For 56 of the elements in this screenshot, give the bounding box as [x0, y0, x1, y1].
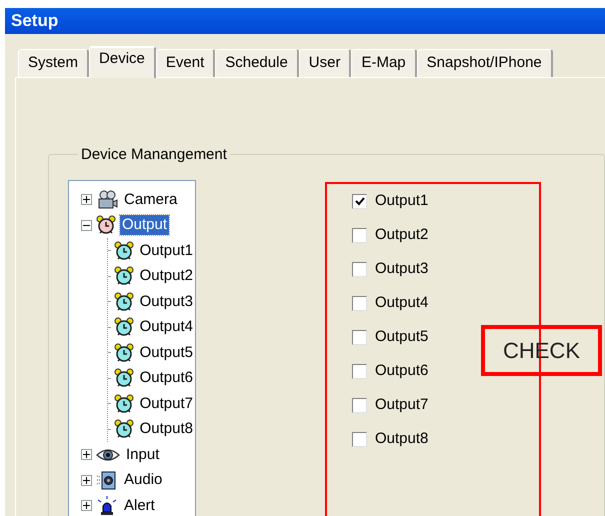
output-checkbox[interactable]: Output3: [352, 260, 428, 279]
expander-toggle[interactable]: [81, 194, 92, 206]
group-title: Device Manangement: [80, 144, 228, 164]
alarm-clock-icon: [114, 266, 134, 286]
tree-item-label[interactable]: Output2: [138, 266, 195, 286]
checkbox[interactable]: [352, 262, 367, 277]
output-checkbox[interactable]: Output1: [352, 192, 428, 211]
checkbox[interactable]: [352, 194, 367, 209]
output-checkbox[interactable]: Output8: [352, 430, 428, 449]
alarm-clock-icon: [114, 368, 134, 388]
tree-item-label[interactable]: Camera: [122, 190, 180, 210]
tab[interactable]: Event: [156, 48, 216, 76]
output-checkbox[interactable]: Output4: [352, 294, 428, 313]
expander-toggle[interactable]: [81, 449, 92, 460]
checkmark-icon: [354, 197, 364, 206]
output-checkbox[interactable]: Output6: [352, 362, 428, 381]
expander-toggle[interactable]: [81, 220, 92, 231]
siren-icon: [96, 496, 118, 516]
video-camera-icon: [96, 190, 118, 210]
checkbox[interactable]: [352, 330, 367, 345]
tab[interactable]: Device: [89, 46, 156, 78]
tree-item-label[interactable]: Output7: [138, 394, 195, 414]
alarm-clock-icon: [96, 215, 116, 236]
expander-toggle[interactable]: [81, 474, 92, 486]
output-checkbox[interactable]: Output5: [352, 328, 428, 347]
tab[interactable]: Schedule: [215, 48, 299, 76]
tree-item-label[interactable]: Output5: [138, 342, 195, 363]
tab[interactable]: Snapshot/IPhone: [416, 48, 553, 76]
tree-item-label[interactable]: Alert: [122, 496, 157, 516]
tree-item-label[interactable]: Audio: [122, 470, 164, 490]
alarm-clock-icon: [114, 240, 134, 261]
tab[interactable]: User: [298, 48, 352, 76]
tree-item-label[interactable]: Output3: [138, 292, 195, 312]
output-checkbox[interactable]: Output2: [352, 226, 428, 245]
alarm-clock-icon: [114, 342, 134, 363]
alarm-clock-icon: [114, 292, 134, 312]
alarm-clock-icon: [114, 394, 134, 414]
checkbox[interactable]: [352, 364, 367, 379]
tree-item-label[interactable]: Input: [124, 444, 162, 465]
checkbox[interactable]: [352, 432, 367, 447]
tab[interactable]: System: [18, 48, 90, 76]
tree-item-label[interactable]: Output4: [138, 317, 195, 338]
alarm-clock-icon: [114, 317, 134, 338]
alarm-clock-icon: [114, 419, 134, 440]
tab[interactable]: E-Map: [351, 48, 417, 76]
speaker-icon: [96, 470, 118, 490]
tree-item-label[interactable]: Output8: [138, 419, 195, 440]
checkbox[interactable]: [352, 296, 367, 311]
output-checkbox[interactable]: Output7: [352, 396, 428, 415]
tree-item-label[interactable]: Output1: [138, 240, 195, 261]
checkbox[interactable]: [352, 228, 367, 243]
tree-item-label[interactable]: Output6: [138, 368, 195, 388]
tree-item-label[interactable]: Output: [120, 215, 170, 236]
window-title: Setup: [11, 10, 58, 32]
expander-toggle[interactable]: [81, 500, 92, 512]
checkbox[interactable]: [352, 398, 367, 413]
